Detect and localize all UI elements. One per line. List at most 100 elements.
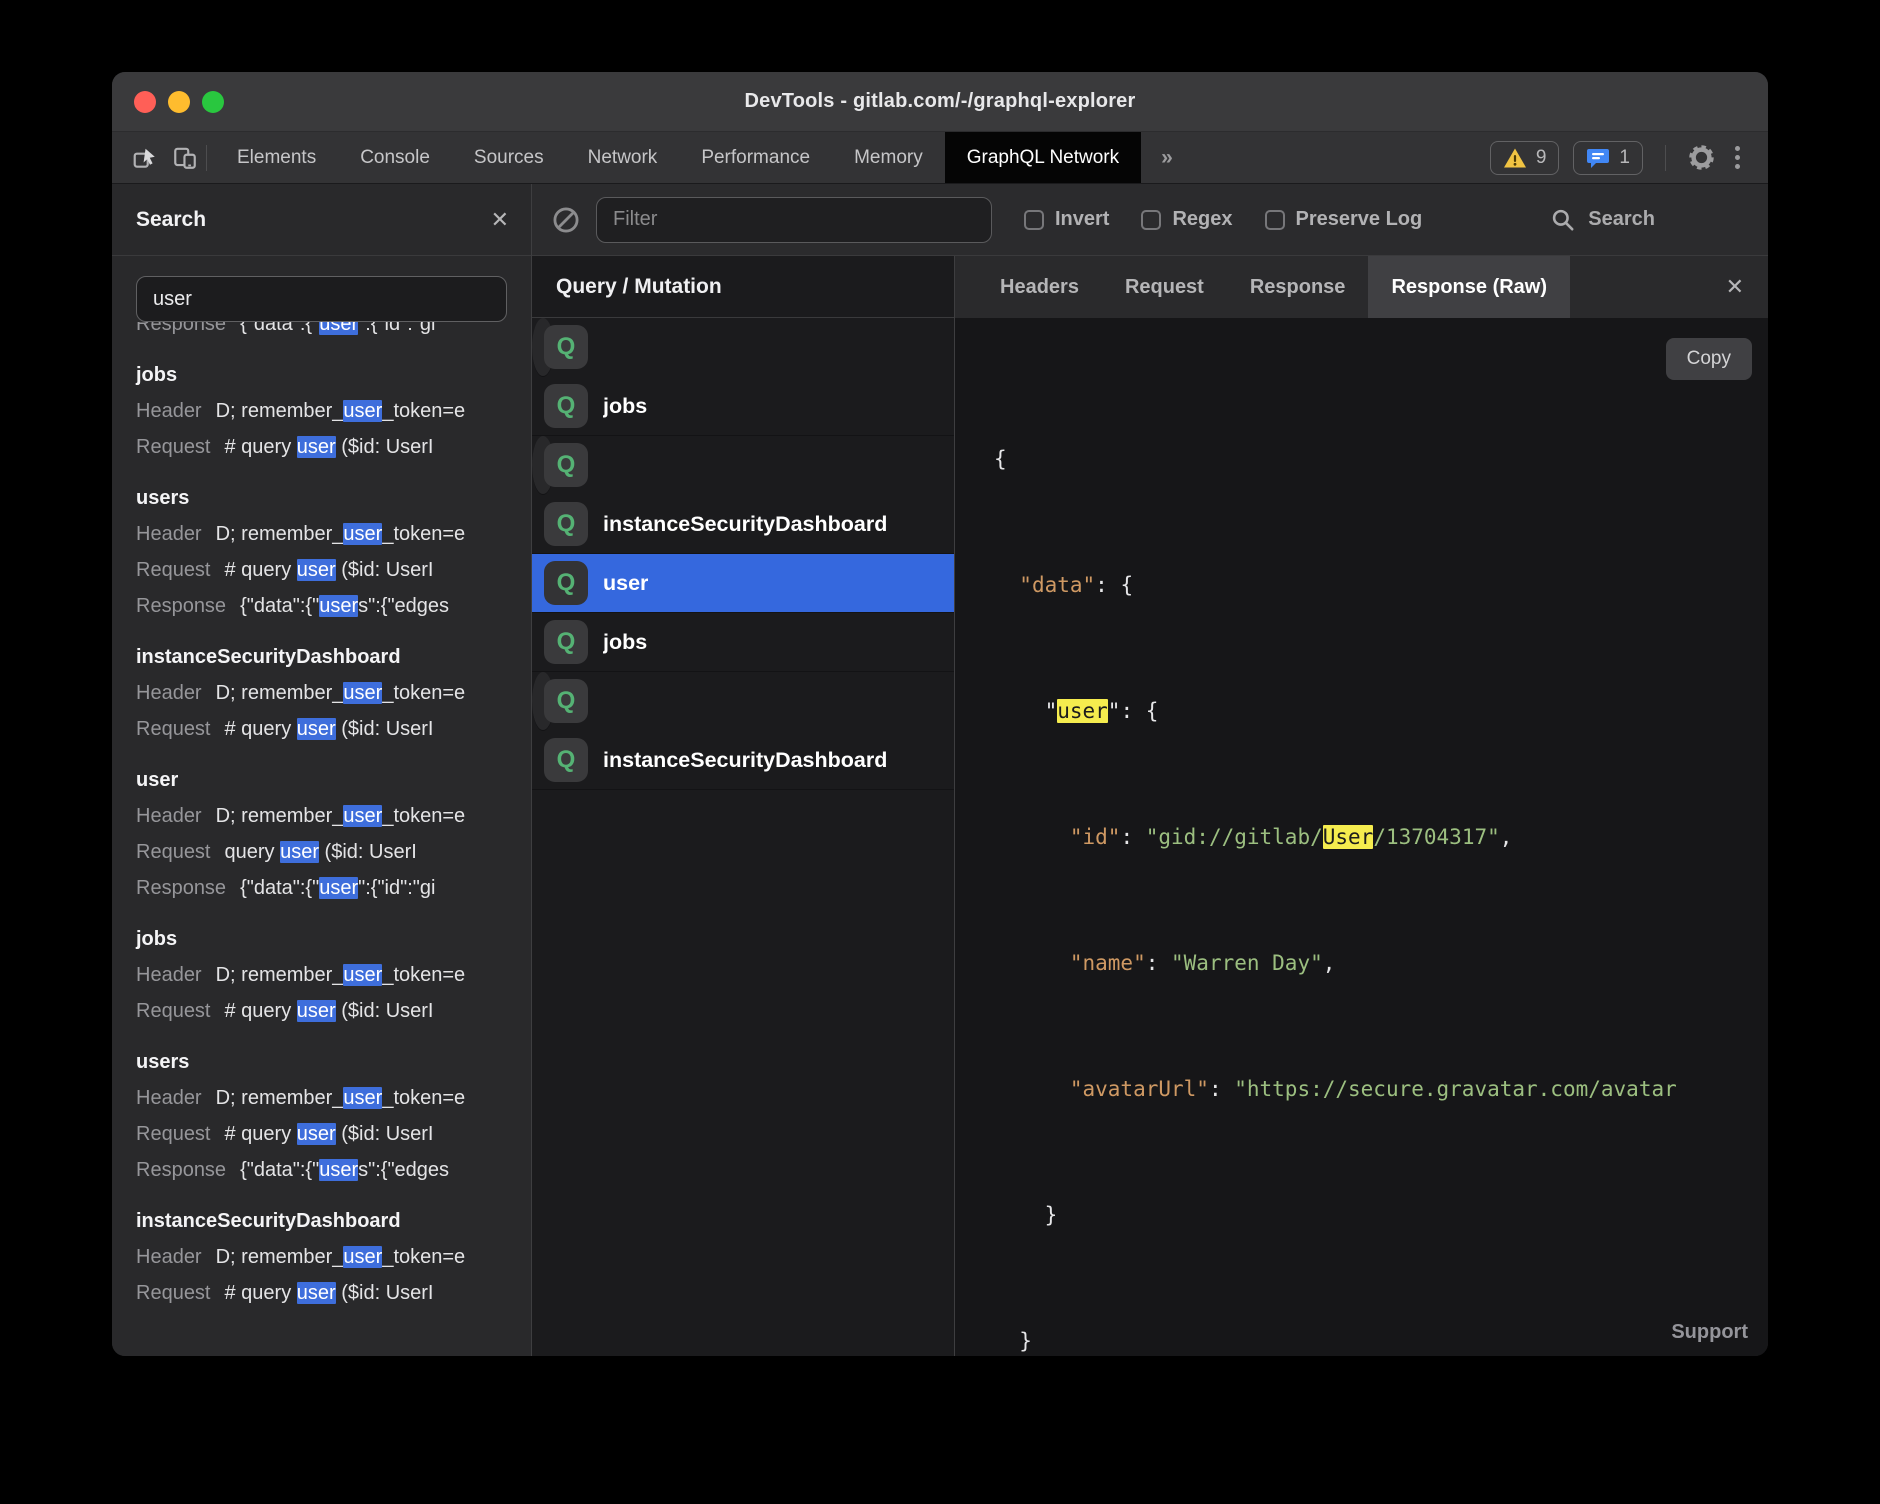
checkbox-box[interactable] <box>1024 210 1044 230</box>
devtools-toolbar: Elements Console Sources Network Perform… <box>112 132 1768 184</box>
search-result-section: users HeaderD; remember_user_token=e Req… <box>136 487 531 624</box>
result-section-heading: instanceSecurityDashboard <box>136 646 531 669</box>
network-filter-bar: Invert Regex Preserve Log <box>532 184 1768 256</box>
search-result-section: users HeaderD; remember_user_token=e Req… <box>136 1051 531 1188</box>
query-mutation-header: Query / Mutation <box>532 256 954 318</box>
more-options-kebab-icon[interactable] <box>1729 142 1746 173</box>
devtools-window: DevTools - gitlab.com/-/graphql-explorer… <box>112 72 1768 1356</box>
search-result-line[interactable]: Request# query user ($id: UserI <box>136 1275 531 1311</box>
detail-tab-bar: Headers Request Response Response (Raw) … <box>955 256 1768 318</box>
code-line: "avatarUrl": "https://secure.gravatar.co… <box>994 1068 1768 1110</box>
query-type-badge: Q <box>544 561 588 605</box>
code-line: "user": { <box>994 690 1768 732</box>
search-result-line[interactable]: HeaderD; remember_user_token=e <box>136 798 531 834</box>
query-list-item[interactable]: Q instanceSecurityDashboard <box>532 731 954 790</box>
toolbar-search-button[interactable]: Search <box>1550 207 1655 233</box>
code-line: } <box>994 1320 1768 1356</box>
search-icon <box>1550 207 1576 233</box>
message-icon <box>1586 147 1610 169</box>
query-type-badge: Q <box>544 384 588 428</box>
request-detail-panel: Headers Request Response Response (Raw) … <box>955 256 1768 1356</box>
code-line: { <box>994 438 1768 480</box>
toolbar-separator <box>1665 145 1666 171</box>
query-type-badge: Q <box>544 502 588 546</box>
search-panel: Search ✕ Response{"data":{"user":{"id":"… <box>112 184 532 1356</box>
search-result-line[interactable]: HeaderD; remember_user_token=e <box>136 1080 531 1116</box>
search-result-line[interactable]: Request# query user ($id: UserI <box>136 1116 531 1152</box>
result-section-heading: users <box>136 1051 531 1074</box>
search-result-section: jobs HeaderD; remember_user_token=e Requ… <box>136 928 531 1029</box>
result-section-heading: instanceSecurityDashboard <box>136 1210 531 1233</box>
query-type-badge: Q <box>544 443 588 487</box>
tab-sources[interactable]: Sources <box>452 132 566 183</box>
title-bar: DevTools - gitlab.com/-/graphql-explorer <box>112 72 1768 132</box>
query-list-item[interactable]: Q users <box>532 436 554 495</box>
regex-checkbox[interactable]: Regex <box>1141 208 1232 231</box>
search-result-line[interactable]: Response{"data":{"users":{"edges <box>136 1152 531 1188</box>
tab-request[interactable]: Request <box>1102 256 1227 318</box>
tab-performance[interactable]: Performance <box>679 132 832 183</box>
tab-graphql-network[interactable]: GraphQL Network <box>945 132 1141 183</box>
search-result-line[interactable]: Request# query user ($id: UserI <box>136 552 531 588</box>
checkbox-box[interactable] <box>1265 210 1285 230</box>
query-mutation-panel: Query / Mutation Q user Q jobs Q users <box>532 256 955 1356</box>
search-results[interactable]: Response{"data":{"user":{"id":"gi jobs H… <box>112 306 531 1356</box>
search-result-line[interactable]: HeaderD; remember_user_token=e <box>136 1239 531 1275</box>
tab-console[interactable]: Console <box>338 132 452 183</box>
query-list-item[interactable]: Q jobs <box>532 377 954 436</box>
filter-input[interactable] <box>596 197 992 243</box>
tab-network[interactable]: Network <box>566 132 680 183</box>
traffic-lights <box>134 72 224 131</box>
search-result-line[interactable]: Response{"data":{"users":{"edges <box>136 588 531 624</box>
tab-headers[interactable]: Headers <box>977 256 1102 318</box>
query-list-item[interactable]: Q jobs <box>532 613 954 672</box>
search-result-section: instanceSecurityDashboard HeaderD; remem… <box>136 646 531 747</box>
search-result-line[interactable]: HeaderD; remember_user_token=e <box>136 393 531 429</box>
search-result-line[interactable]: Request# query user ($id: UserI <box>136 993 531 1029</box>
close-window-button[interactable] <box>134 91 156 113</box>
more-tabs-icon[interactable]: » <box>1141 132 1193 183</box>
query-type-badge: Q <box>544 620 588 664</box>
search-result-line[interactable]: Request# query user ($id: UserI <box>136 711 531 747</box>
search-result-line[interactable]: HeaderD; remember_user_token=e <box>136 957 531 993</box>
response-raw-view: Copy { "data": { "user": { "id": "gid://… <box>955 318 1768 1356</box>
warnings-badge[interactable]: 9 <box>1490 141 1560 175</box>
tab-memory[interactable]: Memory <box>832 132 945 183</box>
toolbar-separator <box>206 145 207 171</box>
query-type-badge: Q <box>544 679 588 723</box>
minimize-window-button[interactable] <box>168 91 190 113</box>
tab-response[interactable]: Response <box>1227 256 1369 318</box>
copy-button[interactable]: Copy <box>1666 338 1752 380</box>
invert-checkbox[interactable]: Invert <box>1024 208 1109 231</box>
close-detail-panel-icon[interactable]: ✕ <box>1726 256 1768 318</box>
code-line: "id": "gid://gitlab/User/13704317", <box>994 816 1768 858</box>
tab-response-raw[interactable]: Response (Raw) <box>1368 256 1570 318</box>
inspect-element-icon[interactable] <box>132 145 158 171</box>
json-response-code[interactable]: { "data": { "user": { "id": "gid://gitla… <box>955 318 1768 1356</box>
query-list-item-selected[interactable]: Q user <box>532 554 954 613</box>
result-section-heading: jobs <box>136 364 531 387</box>
query-list-item[interactable]: Q users <box>532 672 554 731</box>
checkbox-box[interactable] <box>1141 210 1161 230</box>
search-result-line[interactable]: Response{"data":{"user":{"id":"gi <box>136 870 531 906</box>
search-input[interactable] <box>136 276 507 322</box>
result-section-heading: user <box>136 769 531 792</box>
search-result-line[interactable]: Requestquery user ($id: UserI <box>136 834 531 870</box>
search-result-line[interactable]: HeaderD; remember_user_token=e <box>136 516 531 552</box>
clear-requests-icon[interactable] <box>552 206 580 234</box>
settings-gear-icon[interactable] <box>1688 144 1715 171</box>
support-link[interactable]: Support <box>1671 1321 1748 1344</box>
result-section-heading: jobs <box>136 928 531 951</box>
search-result-line[interactable]: HeaderD; remember_user_token=e <box>136 675 531 711</box>
preserve-log-checkbox[interactable]: Preserve Log <box>1265 208 1423 231</box>
query-list-item[interactable]: Q user <box>532 318 554 377</box>
device-toolbar-icon[interactable] <box>172 145 198 171</box>
issues-badge[interactable]: 1 <box>1573 141 1643 175</box>
code-line: } <box>994 1194 1768 1236</box>
close-search-panel-icon[interactable]: ✕ <box>491 207 509 233</box>
query-list-item[interactable]: Q instanceSecurityDashboard <box>532 495 954 554</box>
tab-elements[interactable]: Elements <box>215 132 338 183</box>
zoom-window-button[interactable] <box>202 91 224 113</box>
window-title: DevTools - gitlab.com/-/graphql-explorer <box>744 90 1135 113</box>
search-result-line[interactable]: Request# query user ($id: UserI <box>136 429 531 465</box>
